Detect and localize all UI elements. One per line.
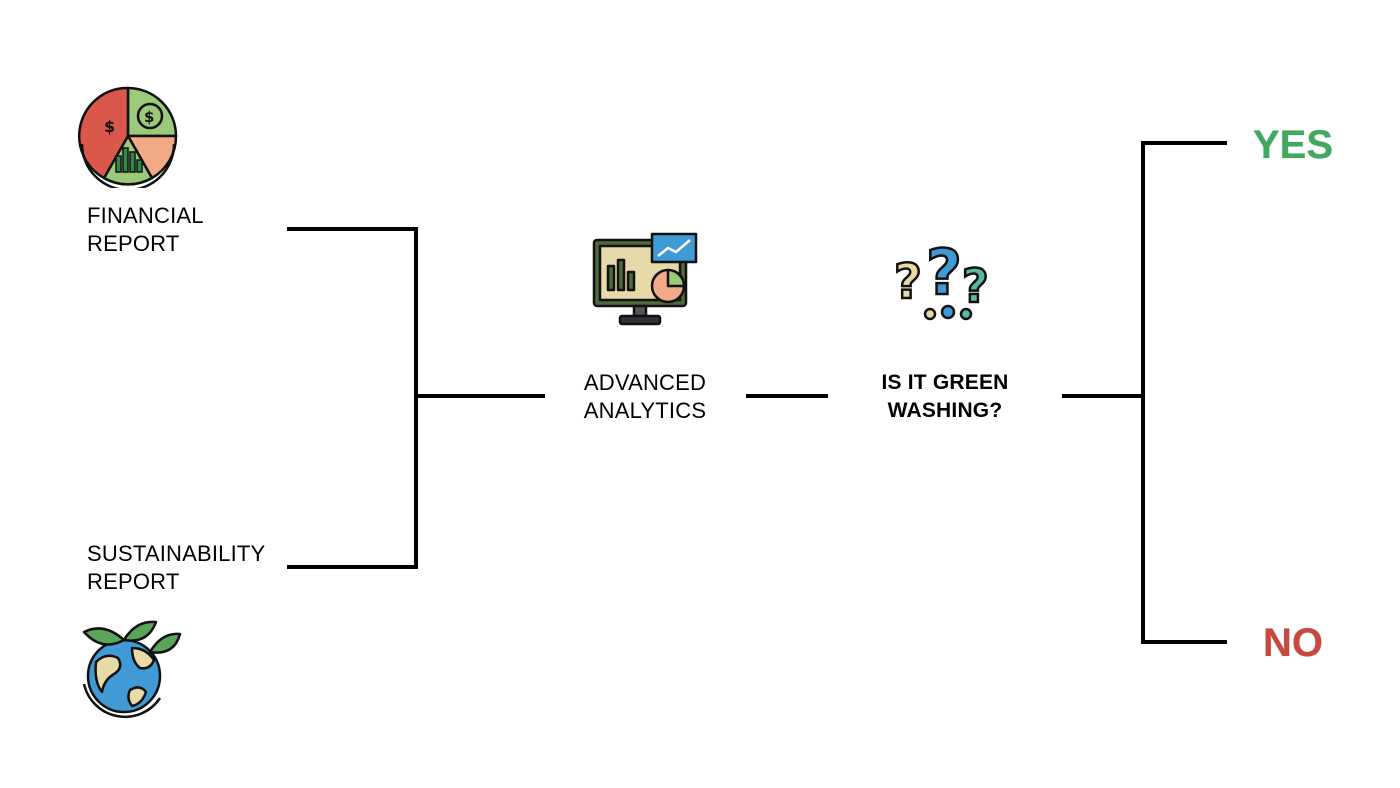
svg-text:$: $ [104,117,115,136]
svg-text:?: ? [894,254,922,310]
connector-financial [287,227,418,569]
outcome-no: NO [1263,621,1323,665]
svg-text:?: ? [926,240,962,309]
node-green-washing-question: IS IT GREEN WASHING? [881,371,1009,422]
pie-chart-money-icon: $ $ [77,86,178,188]
globe-leaves-icon [82,620,182,719]
node-advanced-analytics: ADVANCED ANALYTICS [583,370,707,423]
outcome-yes: YES [1253,123,1334,167]
svg-text:$: $ [144,108,154,126]
node-sustainability-report: SUSTAINABILITY REPORT [87,541,266,594]
node-financial-report: FINANCIAL REPORT [87,203,204,256]
question-marks-icon: ? ? ? [893,240,990,321]
connector-split [1141,141,1227,644]
svg-text:?: ? [962,259,989,313]
monitor-analytics-icon [592,232,698,326]
